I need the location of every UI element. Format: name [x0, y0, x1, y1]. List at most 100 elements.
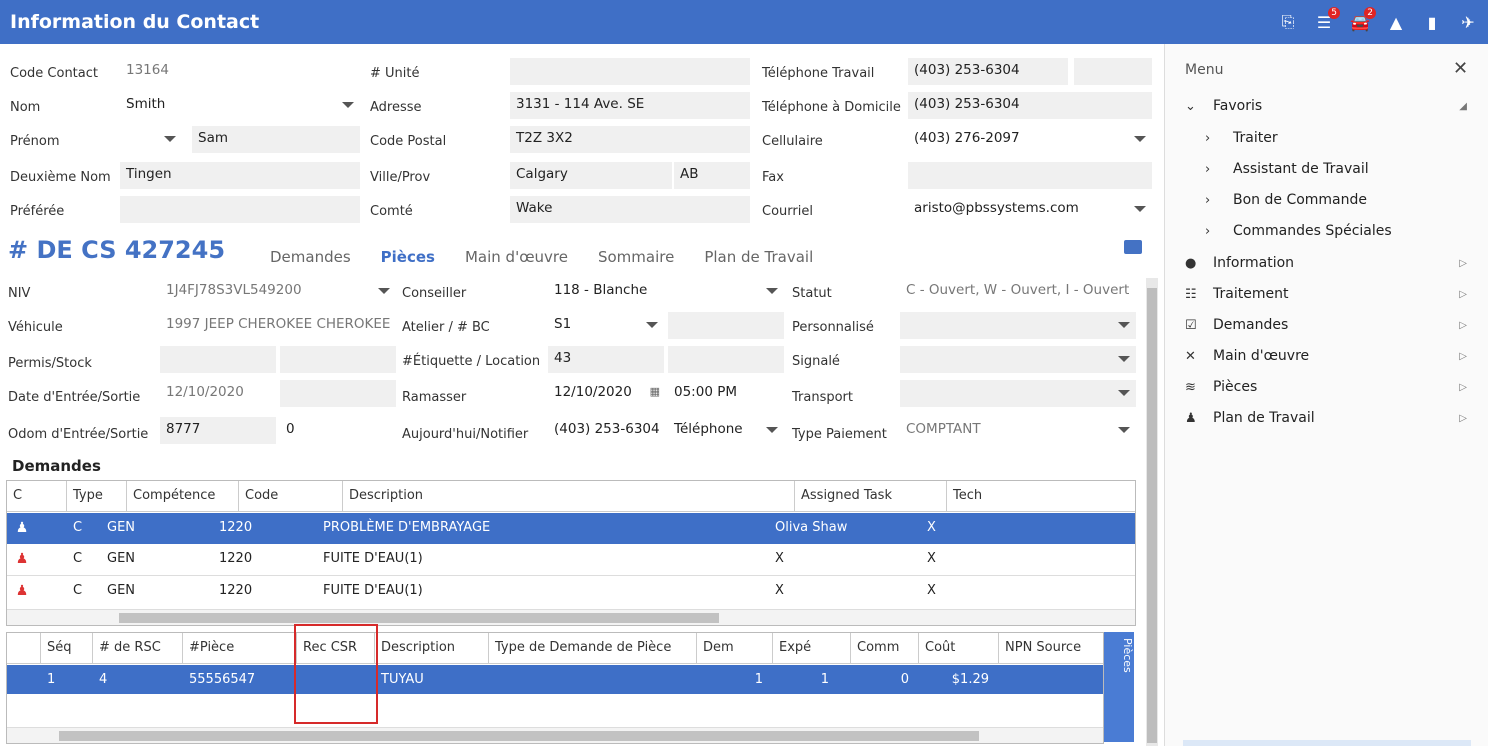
sidebar-item-traitement[interactable]: ☷ Traitement ▷	[1185, 282, 1475, 306]
col-competence[interactable]: Compétence	[127, 481, 239, 512]
sidebar-item-bon-commande[interactable]: › Bon de Commande	[1205, 188, 1475, 212]
col-rsc[interactable]: # de RSC	[93, 633, 183, 664]
col-c[interactable]: C	[7, 481, 67, 512]
col-cout[interactable]: Coût	[919, 633, 999, 664]
col-type-demande[interactable]: Type de Demande de Pièce	[489, 633, 697, 664]
car-icon[interactable]: 🚘 2	[1350, 6, 1376, 32]
location-field[interactable]	[668, 346, 784, 373]
odom-out-field[interactable]: 0	[280, 417, 396, 444]
unite-field[interactable]	[510, 58, 750, 85]
col-piece[interactable]: #Pièce	[183, 633, 297, 664]
col-description[interactable]: Description	[343, 481, 795, 512]
conseiller-select[interactable]: 118 - Blanche	[548, 278, 784, 305]
date-out-field[interactable]	[280, 380, 396, 407]
tab-demandes[interactable]: Demandes	[270, 248, 351, 266]
col-expe[interactable]: Expé	[773, 633, 851, 664]
scroll-thumb[interactable]	[1147, 288, 1157, 743]
col-dem[interactable]: Dem	[697, 633, 773, 664]
sidebar-item-commandes-speciales[interactable]: › Commandes Spéciales	[1205, 219, 1475, 243]
chat-icon[interactable]	[1124, 240, 1142, 254]
atelier-select[interactable]: S1	[548, 312, 664, 339]
date-in-field[interactable]: 12/10/2020	[160, 380, 276, 407]
nom-field[interactable]: Smith	[120, 92, 360, 119]
close-icon[interactable]: ✕	[1453, 58, 1468, 79]
vehicule-field[interactable]: 1997 JEEP CHEROKEE CHEROKEE	[160, 312, 396, 339]
fax-field[interactable]	[908, 162, 1152, 189]
perso-select[interactable]	[900, 312, 1136, 339]
col-tech[interactable]: Tech	[947, 481, 1135, 512]
col-code[interactable]: Code	[239, 481, 343, 512]
postal-field[interactable]: T2Z 3X2	[510, 126, 750, 153]
main-vertical-scrollbar[interactable]	[1146, 278, 1158, 746]
paiement-select[interactable]: COMPTANT	[900, 417, 1136, 444]
scroll-thumb[interactable]	[119, 613, 719, 623]
signale-select[interactable]	[900, 346, 1136, 373]
sidebar-item-traiter[interactable]: › Traiter	[1205, 126, 1475, 150]
notes-icon[interactable]: ⎘	[1278, 12, 1298, 32]
table-row[interactable]: ♟ C GEN 1220 PROBLÈME D'EMBRAYAGE Oliva …	[7, 513, 1135, 544]
preferee-field[interactable]	[120, 196, 360, 223]
table-row[interactable]: ♟ C GEN 1220 FUITE D'EAU(1) X X	[7, 575, 1135, 606]
ramasser-date-field[interactable]: 12/10/2020 ▦	[548, 380, 664, 407]
tel-travail-field[interactable]: (403) 253-6304	[908, 58, 1068, 85]
comte-field[interactable]: Wake	[510, 196, 750, 223]
pieces-horizontal-scrollbar[interactable]	[7, 727, 1103, 743]
adresse-field[interactable]: 3131 - 114 Ave. SE	[510, 92, 750, 119]
col-npn-source[interactable]: NPN Source	[999, 633, 1103, 664]
cell-code: 1220	[219, 583, 253, 598]
table-row[interactable]: ♟ C GEN 1220 FUITE D'EAU(1) X X	[7, 544, 1135, 575]
bc-field[interactable]	[668, 312, 784, 339]
sidebar-item-pieces[interactable]: ≋ Pièces ▷	[1185, 375, 1475, 399]
niv-field[interactable]: 1J4FJ78S3VL549200	[160, 278, 396, 305]
ville-field[interactable]: Calgary	[510, 162, 672, 189]
warning-icon[interactable]: ▲	[1386, 13, 1406, 32]
preferee-label: Préférée	[10, 204, 65, 219]
scroll-thumb[interactable]	[59, 731, 979, 741]
sidebar-item-label: Plan de Travail	[1213, 410, 1315, 426]
sidebar-item-demandes[interactable]: ☑ Demandes ▷	[1185, 313, 1475, 337]
calendar-icon[interactable]: ▦	[650, 385, 660, 398]
cell-comm: 0	[900, 672, 909, 687]
tab-sommaire[interactable]: Sommaire	[598, 248, 674, 266]
demandes-horizontal-scrollbar[interactable]	[7, 609, 1135, 625]
sidebar-item-plan-travail[interactable]: ♟ Plan de Travail ▷	[1185, 406, 1475, 430]
tab-plan-travail[interactable]: Plan de Travail	[704, 248, 813, 266]
technician-icon: ♟	[15, 583, 29, 599]
deuxieme-field[interactable]: Tingen	[120, 162, 360, 189]
chart-icon[interactable]: ▮	[1422, 13, 1442, 32]
stock-field[interactable]	[280, 346, 396, 373]
cell-select[interactable]: (403) 276-2097	[908, 126, 1152, 153]
pieces-side-tab[interactable]: Pièces	[1104, 632, 1134, 742]
notifier-type-select[interactable]: Téléphone	[668, 417, 784, 444]
prenom-title-select[interactable]	[120, 126, 190, 153]
ramasser-time-field[interactable]: 05:00 PM	[668, 380, 784, 407]
prenom-field[interactable]: Sam	[192, 126, 360, 153]
col-comm[interactable]: Comm	[851, 633, 919, 664]
sidebar-item-favoris[interactable]: ⌄ Favoris ◢	[1185, 94, 1475, 118]
statut-field[interactable]: C - Ouvert, W - Ouvert, I - Ouvert	[900, 278, 1136, 305]
table-row[interactable]: 1 4 55556547 TUYAU 1 1 0 $1.29	[7, 665, 1103, 694]
transport-select[interactable]	[900, 380, 1136, 407]
etiquette-field[interactable]: 43	[548, 346, 664, 373]
demandes-header-row: C Type Compétence Code Description Assig…	[7, 481, 1135, 512]
cell-label: Cellulaire	[762, 134, 823, 149]
tab-main-oeuvre[interactable]: Main d'œuvre	[465, 248, 568, 266]
sidebar-item-main-oeuvre[interactable]: ✕ Main d'œuvre ▷	[1185, 344, 1475, 368]
col-description[interactable]: Description	[375, 633, 489, 664]
sidebar-item-information[interactable]: ● Information ▷	[1185, 251, 1475, 275]
col-assigned-task[interactable]: Assigned Task	[795, 481, 947, 512]
prov-field[interactable]: AB	[674, 162, 750, 189]
task-list-icon[interactable]: ☰ 5	[1314, 6, 1340, 32]
courriel-select[interactable]: aristo@pbssystems.com	[908, 196, 1152, 223]
sidebar-item-assistant[interactable]: › Assistant de Travail	[1205, 157, 1475, 181]
plane-icon[interactable]: ✈	[1458, 13, 1478, 32]
tab-pieces[interactable]: Pièces	[381, 248, 435, 266]
notifier-field[interactable]: (403) 253-6304	[548, 417, 664, 444]
tel-travail-ext-field[interactable]	[1074, 58, 1152, 85]
tel-domicile-field[interactable]: (403) 253-6304	[908, 92, 1152, 119]
permis-field[interactable]	[160, 346, 276, 373]
odom-in-field[interactable]: 8777	[160, 417, 276, 444]
chevron-down-icon: ⌄	[1185, 98, 1196, 114]
col-type[interactable]: Type	[67, 481, 127, 512]
col-seq[interactable]: Séq	[41, 633, 93, 664]
